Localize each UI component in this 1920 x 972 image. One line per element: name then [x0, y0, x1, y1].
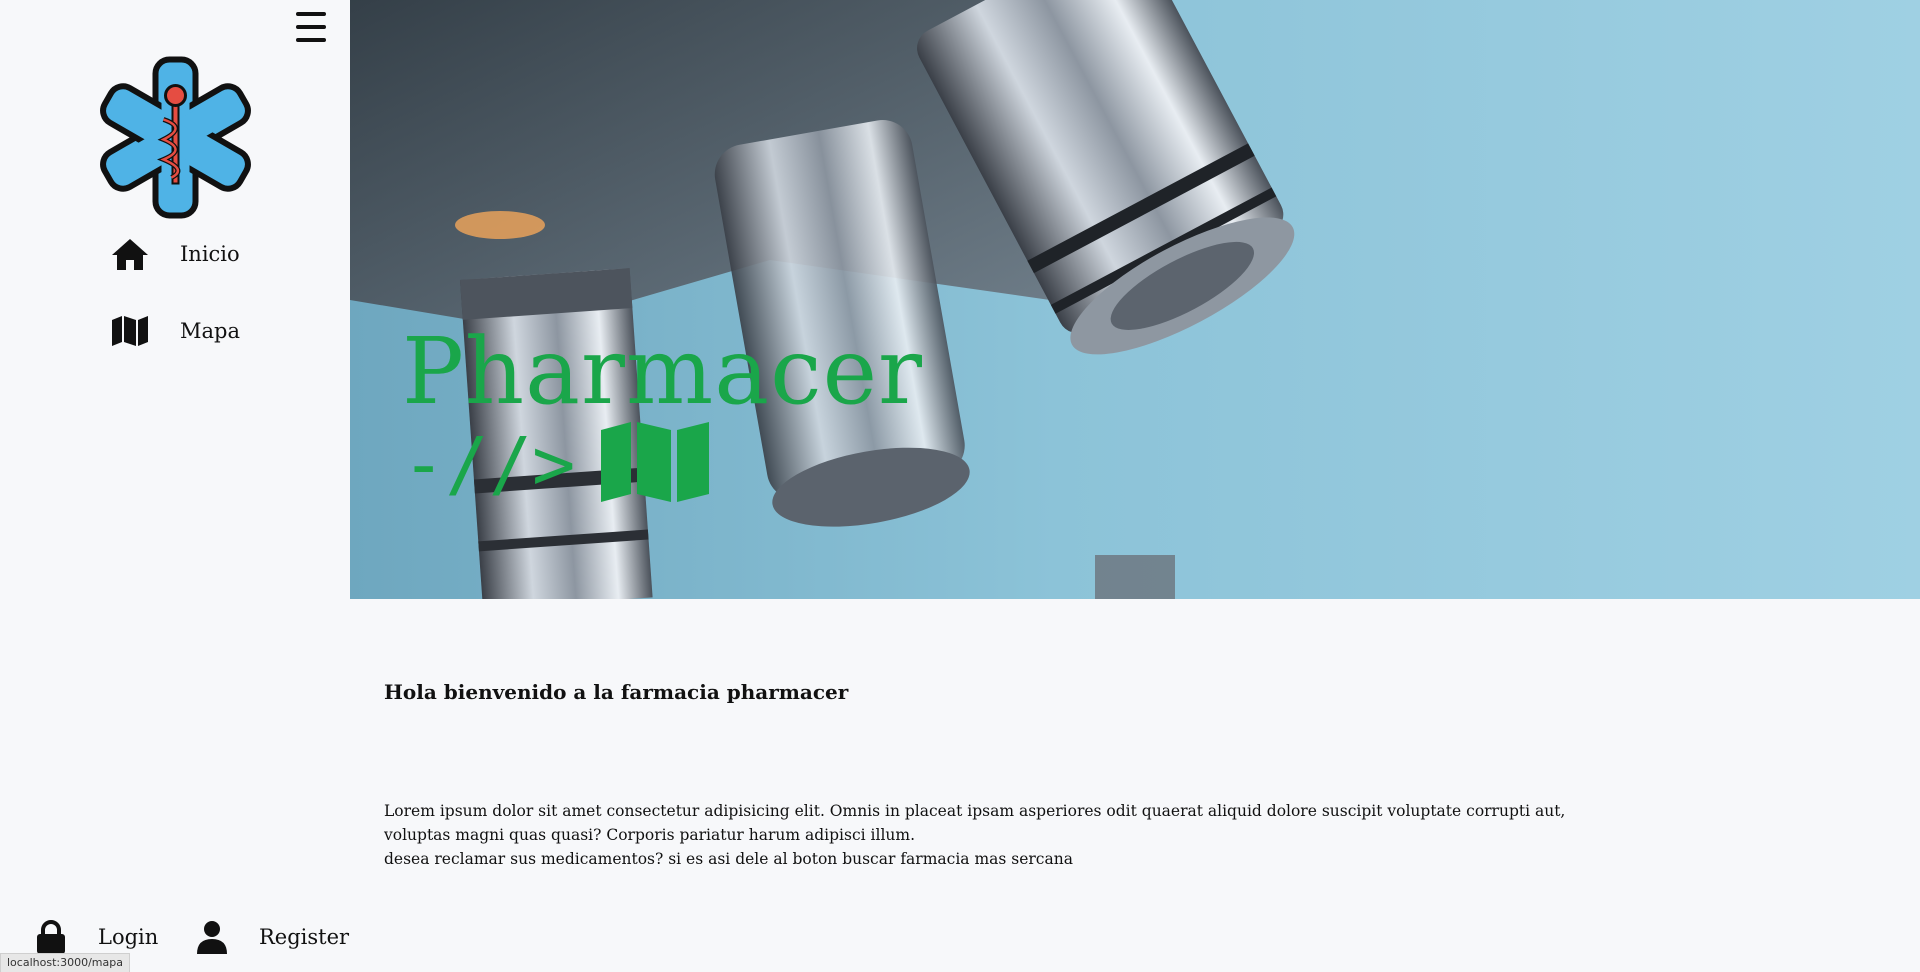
status-bar-url: localhost:3000/mapa — [0, 953, 130, 972]
paragraph-line: voluptas magni quas quasi? Corporis pari… — [384, 826, 916, 844]
intro-paragraph: Lorem ipsum dolor sit amet consectetur a… — [384, 799, 1584, 871]
sidebar: Inicio Mapa Login Register localhost:300… — [0, 0, 350, 972]
star-of-life-caduceus-icon[interactable] — [93, 55, 258, 220]
register-label: Register — [259, 925, 350, 949]
main-content: Hola bienvenido a la farmacia pharmacer … — [384, 680, 1584, 871]
user-icon — [193, 918, 231, 956]
paragraph-line: desea reclamar sus medicamentos? si es a… — [384, 850, 1073, 868]
lock-icon — [32, 918, 70, 956]
paragraph-line: Lorem ipsum dolor sit amet consectetur a… — [384, 802, 1566, 820]
app-root: Inicio Mapa Login Register localhost:300… — [0, 0, 1920, 972]
sidebar-item-label: Mapa — [180, 319, 240, 343]
welcome-heading: Hola bienvenido a la farmacia pharmacer — [384, 680, 849, 704]
hero-banner: Pharmacer -//> — [350, 0, 1920, 599]
brand-code-text: -//> — [402, 422, 576, 506]
login-label: Login — [98, 925, 159, 949]
sidebar-item-inicio[interactable]: Inicio — [110, 236, 240, 272]
sidebar-item-label: Inicio — [180, 242, 240, 266]
sidebar-item-mapa[interactable]: Mapa — [110, 313, 240, 349]
hamburger-menu-icon[interactable] — [296, 12, 328, 42]
map-icon — [599, 420, 711, 508]
login-button[interactable]: Login — [32, 918, 158, 956]
home-icon — [110, 236, 150, 272]
microscope-image — [350, 0, 1295, 599]
brand-subline: -//> — [402, 420, 711, 508]
brand-title: Pharmacer — [402, 318, 924, 425]
map-icon — [110, 313, 150, 349]
register-button[interactable]: Register — [193, 918, 349, 956]
